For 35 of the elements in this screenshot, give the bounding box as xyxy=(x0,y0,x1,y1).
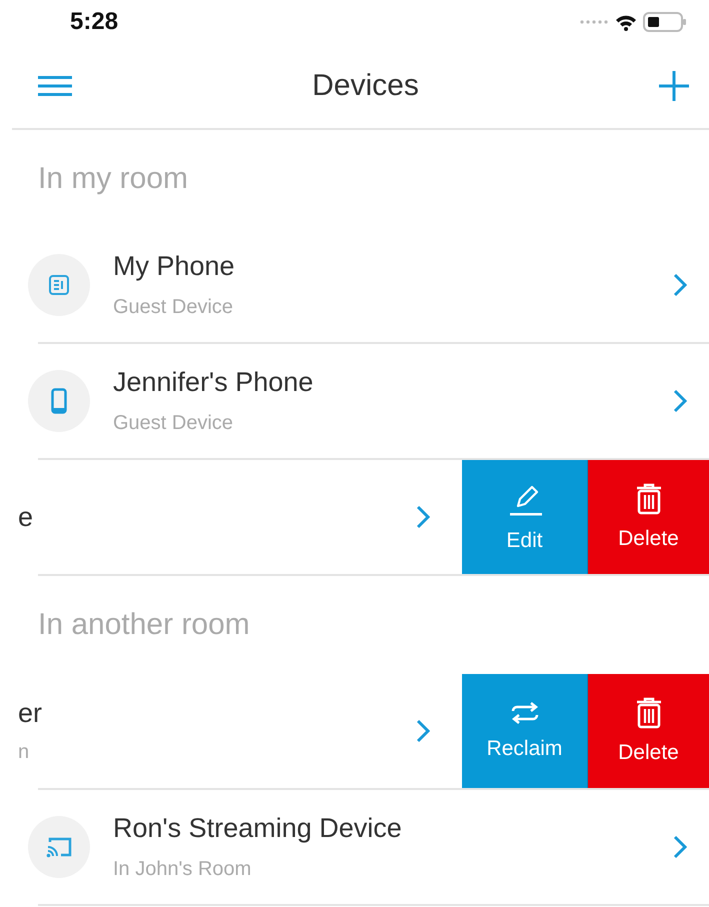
device-row[interactable]: Ron's Streaming Device In John's Room xyxy=(0,790,709,904)
battery-icon xyxy=(643,12,687,32)
device-subtitle: n xyxy=(18,741,30,764)
chevron-icon xyxy=(416,505,430,529)
screen-title: Devices xyxy=(312,69,419,103)
trash-icon xyxy=(636,483,662,515)
phone-icon xyxy=(51,388,67,414)
device-subtitle: Guest Device xyxy=(113,412,234,435)
add-icon[interactable] xyxy=(658,71,689,101)
chevron-icon xyxy=(673,389,687,413)
menu-icon[interactable] xyxy=(38,75,72,97)
chevron-icon xyxy=(673,273,687,297)
device-name: My Phone xyxy=(113,251,236,282)
device-subtitle: Guest Device xyxy=(113,296,234,319)
device-name: er xyxy=(18,698,44,729)
delete-button[interactable]: Delete xyxy=(588,674,709,788)
delete-button[interactable]: Delete xyxy=(588,460,709,574)
status-time: 5:28 xyxy=(70,8,118,36)
device-row[interactable]: My Phone Guest Device xyxy=(0,228,709,342)
device-name: Jennifer's Phone xyxy=(113,367,314,398)
device-subtitle: In John's Room xyxy=(113,858,252,881)
signal-icon xyxy=(579,19,609,25)
section-header: In my room xyxy=(38,162,188,196)
device-row[interactable]: Jennifer's Phone Guest Device xyxy=(0,344,709,458)
device-name: Ron's Streaming Device xyxy=(113,813,403,844)
section-header: In another room xyxy=(38,608,250,642)
chevron-icon xyxy=(416,719,430,743)
swiped-device-row[interactable]: er n xyxy=(0,674,462,788)
swiped-device-row[interactable]: e xyxy=(0,460,462,574)
chevron-icon xyxy=(673,835,687,859)
wifi-icon xyxy=(615,14,637,30)
device-name: e xyxy=(18,502,34,532)
cast-icon xyxy=(46,836,72,858)
tablet-icon xyxy=(48,274,70,296)
trash-icon xyxy=(636,697,662,729)
